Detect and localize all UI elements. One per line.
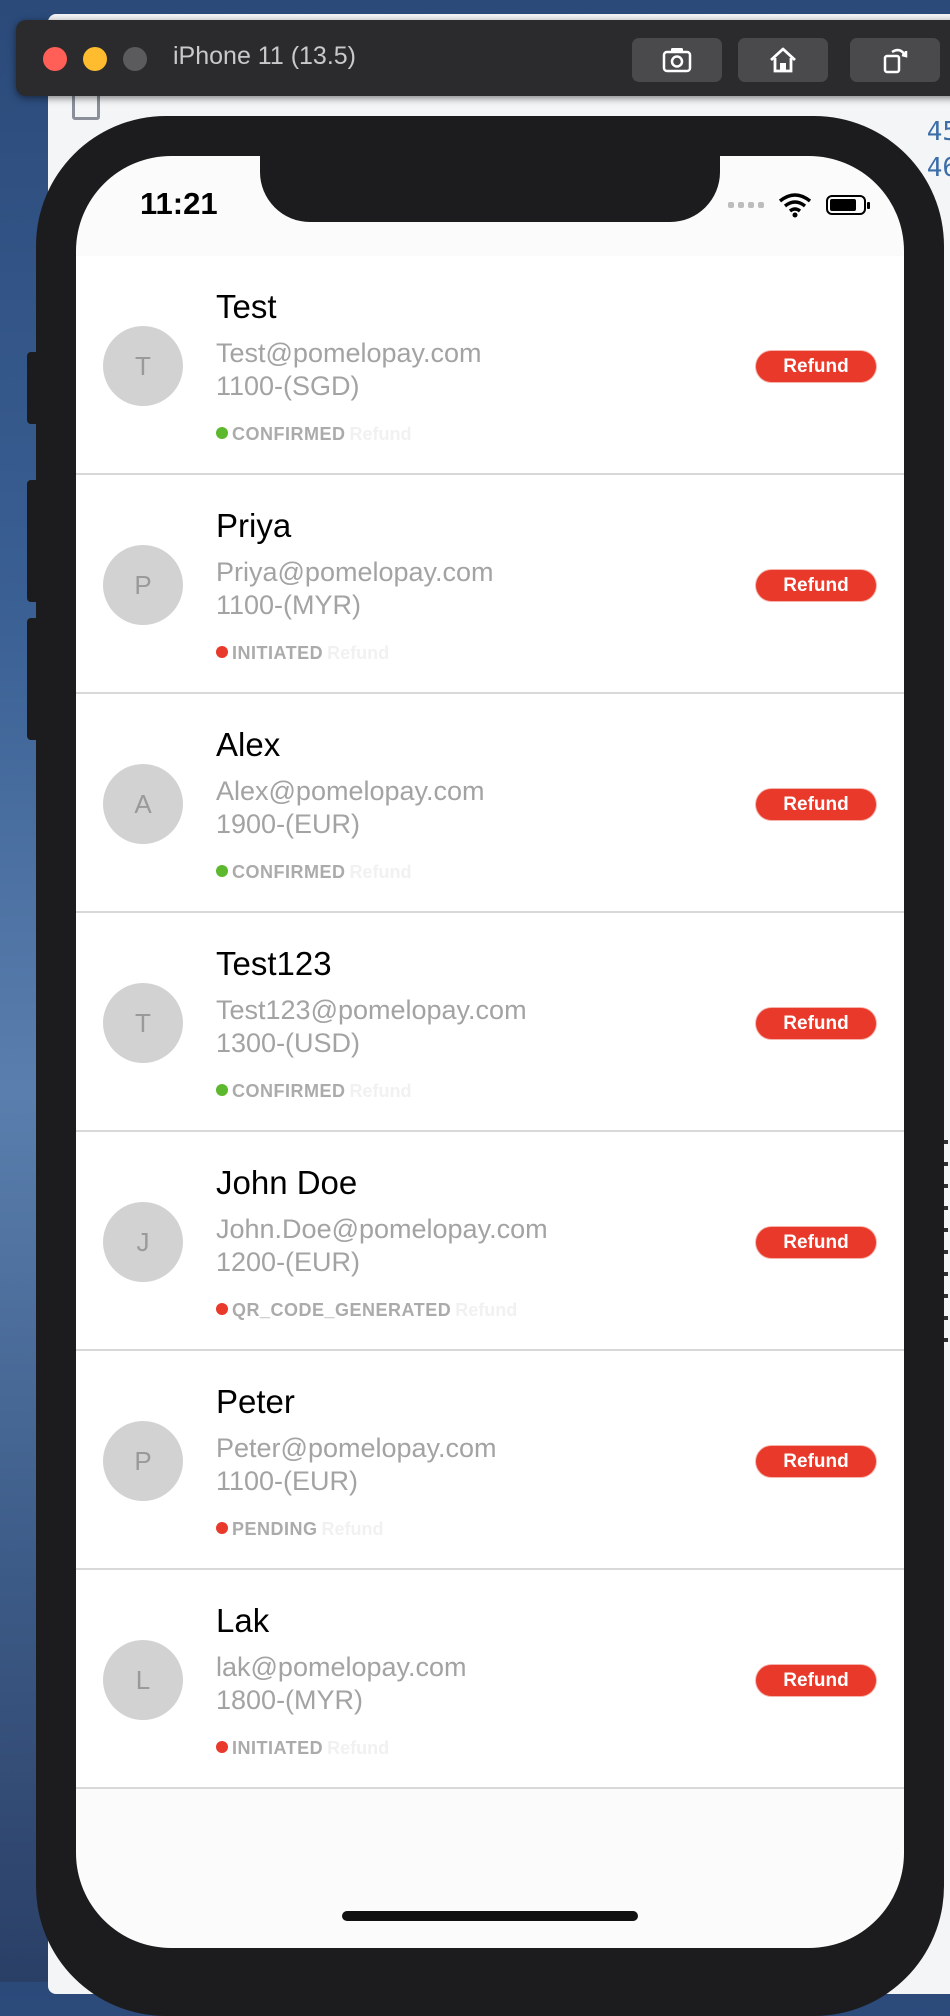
payment-amount: 1900-(EUR) xyxy=(216,809,361,839)
status-text: QR_CODE_GENERATED xyxy=(232,1300,452,1320)
line-number: 45 xyxy=(926,117,950,147)
customer-name: Priya xyxy=(216,507,292,544)
volume-up-button xyxy=(27,480,39,602)
list-item[interactable]: P Priya Priya@pomelopay.com 1100-(MYR) I… xyxy=(76,475,904,694)
avatar: L xyxy=(103,1640,183,1720)
close-window-button[interactable] xyxy=(43,47,67,71)
customer-name: Peter xyxy=(216,1383,295,1420)
status-badge: QR_CODE_GENERATED Refund xyxy=(216,1300,517,1321)
status-text: INITIATED xyxy=(232,1738,324,1758)
list-item[interactable]: T Test Test@pomelopay.com 1100-(SGD) CON… xyxy=(76,256,904,475)
status-text: CONFIRMED xyxy=(232,862,346,882)
customer-email: lak@pomelopay.com xyxy=(216,1652,467,1682)
ghost-label: Refund xyxy=(349,424,412,444)
volume-down-button xyxy=(27,618,39,740)
customer-name: Test xyxy=(216,288,277,325)
zoom-window-button[interactable] xyxy=(123,47,147,71)
status-text: PENDING xyxy=(232,1519,318,1539)
screenshot-button[interactable] xyxy=(632,38,722,82)
status-badge: INITIATED Refund xyxy=(216,1738,389,1759)
customer-email: John.Doe@pomelopay.com xyxy=(216,1214,548,1244)
ghost-label: Refund xyxy=(327,1738,390,1758)
home-icon xyxy=(770,47,796,73)
payment-amount: 1100-(MYR) xyxy=(216,590,362,620)
rotate-button[interactable] xyxy=(850,38,940,82)
status-text: INITIATED xyxy=(232,643,324,663)
ghost-label: Refund xyxy=(455,1300,518,1320)
payment-amount: 1100-(EUR) xyxy=(216,1466,359,1496)
simulator-title: iPhone 11 (13.5) xyxy=(173,42,356,70)
home-indicator[interactable] xyxy=(342,1911,638,1921)
refund-button[interactable]: Refund xyxy=(756,1227,876,1258)
status-badge: CONFIRMED Refund xyxy=(216,424,412,445)
ghost-label: Refund xyxy=(321,1519,384,1539)
customer-email: Test@pomelopay.com xyxy=(216,338,482,368)
customer-name: Test123 xyxy=(216,945,332,982)
refund-button[interactable]: Refund xyxy=(756,1665,876,1696)
list-item[interactable]: L Lak lak@pomelopay.com 1800-(MYR) INITI… xyxy=(76,1570,904,1789)
list-item[interactable]: J John Doe John.Doe@pomelopay.com 1200-(… xyxy=(76,1132,904,1351)
line-number: 46 xyxy=(926,153,950,183)
signal-icon xyxy=(728,202,764,208)
customer-name: Alex xyxy=(216,726,281,763)
screenshot-icon xyxy=(662,48,692,73)
avatar: A xyxy=(103,764,183,844)
list-item[interactable]: A Alex Alex@pomelopay.com 1900-(EUR) CON… xyxy=(76,694,904,913)
status-badge: PENDING Refund xyxy=(216,1519,384,1540)
avatar: J xyxy=(103,1202,183,1282)
avatar: T xyxy=(103,326,183,406)
status-badge: CONFIRMED Refund xyxy=(216,1081,412,1102)
minimize-window-button[interactable] xyxy=(83,47,107,71)
refund-button[interactable]: Refund xyxy=(756,351,876,382)
refund-button[interactable]: Refund xyxy=(756,1008,876,1039)
status-dot-icon xyxy=(216,645,228,658)
status-dot-icon xyxy=(216,1740,228,1753)
battery-icon xyxy=(826,195,870,215)
customer-email: Peter@pomelopay.com xyxy=(216,1433,497,1463)
wifi-icon xyxy=(778,193,812,218)
ghost-label: Refund xyxy=(327,643,390,663)
payment-amount: 1800-(MYR) xyxy=(216,1685,364,1715)
status-text: CONFIRMED xyxy=(232,424,346,444)
status-dot-icon xyxy=(216,864,228,877)
payment-amount: 1300-(USD) xyxy=(216,1028,361,1058)
status-icons xyxy=(728,192,870,218)
background-line-numbers: 45 46 xyxy=(927,114,950,186)
customer-email: Alex@pomelopay.com xyxy=(216,776,485,806)
customer-email: Test123@pomelopay.com xyxy=(216,995,527,1025)
home-button[interactable] xyxy=(738,38,828,82)
silent-switch xyxy=(27,352,39,424)
phone-screen: 11:21 T Test Test@pomelopay.com 1100-(SG… xyxy=(76,156,904,1948)
refund-button[interactable]: Refund xyxy=(756,570,876,601)
rotate-icon xyxy=(883,48,908,74)
list-item[interactable]: T Test123 Test123@pomelopay.com 1300-(US… xyxy=(76,913,904,1132)
status-time: 11:21 xyxy=(140,186,218,221)
status-badge: CONFIRMED Refund xyxy=(216,862,412,883)
customer-name: John Doe xyxy=(216,1164,358,1201)
notch xyxy=(260,156,720,222)
ghost-label: Refund xyxy=(349,1081,412,1101)
refund-button[interactable]: Refund xyxy=(756,789,876,820)
payments-list: T Test Test@pomelopay.com 1100-(SGD) CON… xyxy=(76,256,904,1789)
status-text: CONFIRMED xyxy=(232,1081,346,1101)
customer-name: Lak xyxy=(216,1602,270,1639)
status-dot-icon xyxy=(216,1302,228,1315)
payment-amount: 1100-(SGD) xyxy=(216,371,360,401)
refund-button[interactable]: Refund xyxy=(756,1446,876,1477)
status-dot-icon xyxy=(216,1521,228,1534)
simulator-title-bar: iPhone 11 (13.5) xyxy=(16,20,950,96)
avatar: T xyxy=(103,983,183,1063)
list-item[interactable]: P Peter Peter@pomelopay.com 1100-(EUR) P… xyxy=(76,1351,904,1570)
status-dot-icon xyxy=(216,426,228,439)
avatar: P xyxy=(103,1421,183,1501)
customer-email: Priya@pomelopay.com xyxy=(216,557,494,587)
status-dot-icon xyxy=(216,1083,228,1096)
avatar: P xyxy=(103,545,183,625)
ghost-label: Refund xyxy=(349,862,412,882)
status-badge: INITIATED Refund xyxy=(216,643,389,664)
payment-amount: 1200-(EUR) xyxy=(216,1247,361,1277)
